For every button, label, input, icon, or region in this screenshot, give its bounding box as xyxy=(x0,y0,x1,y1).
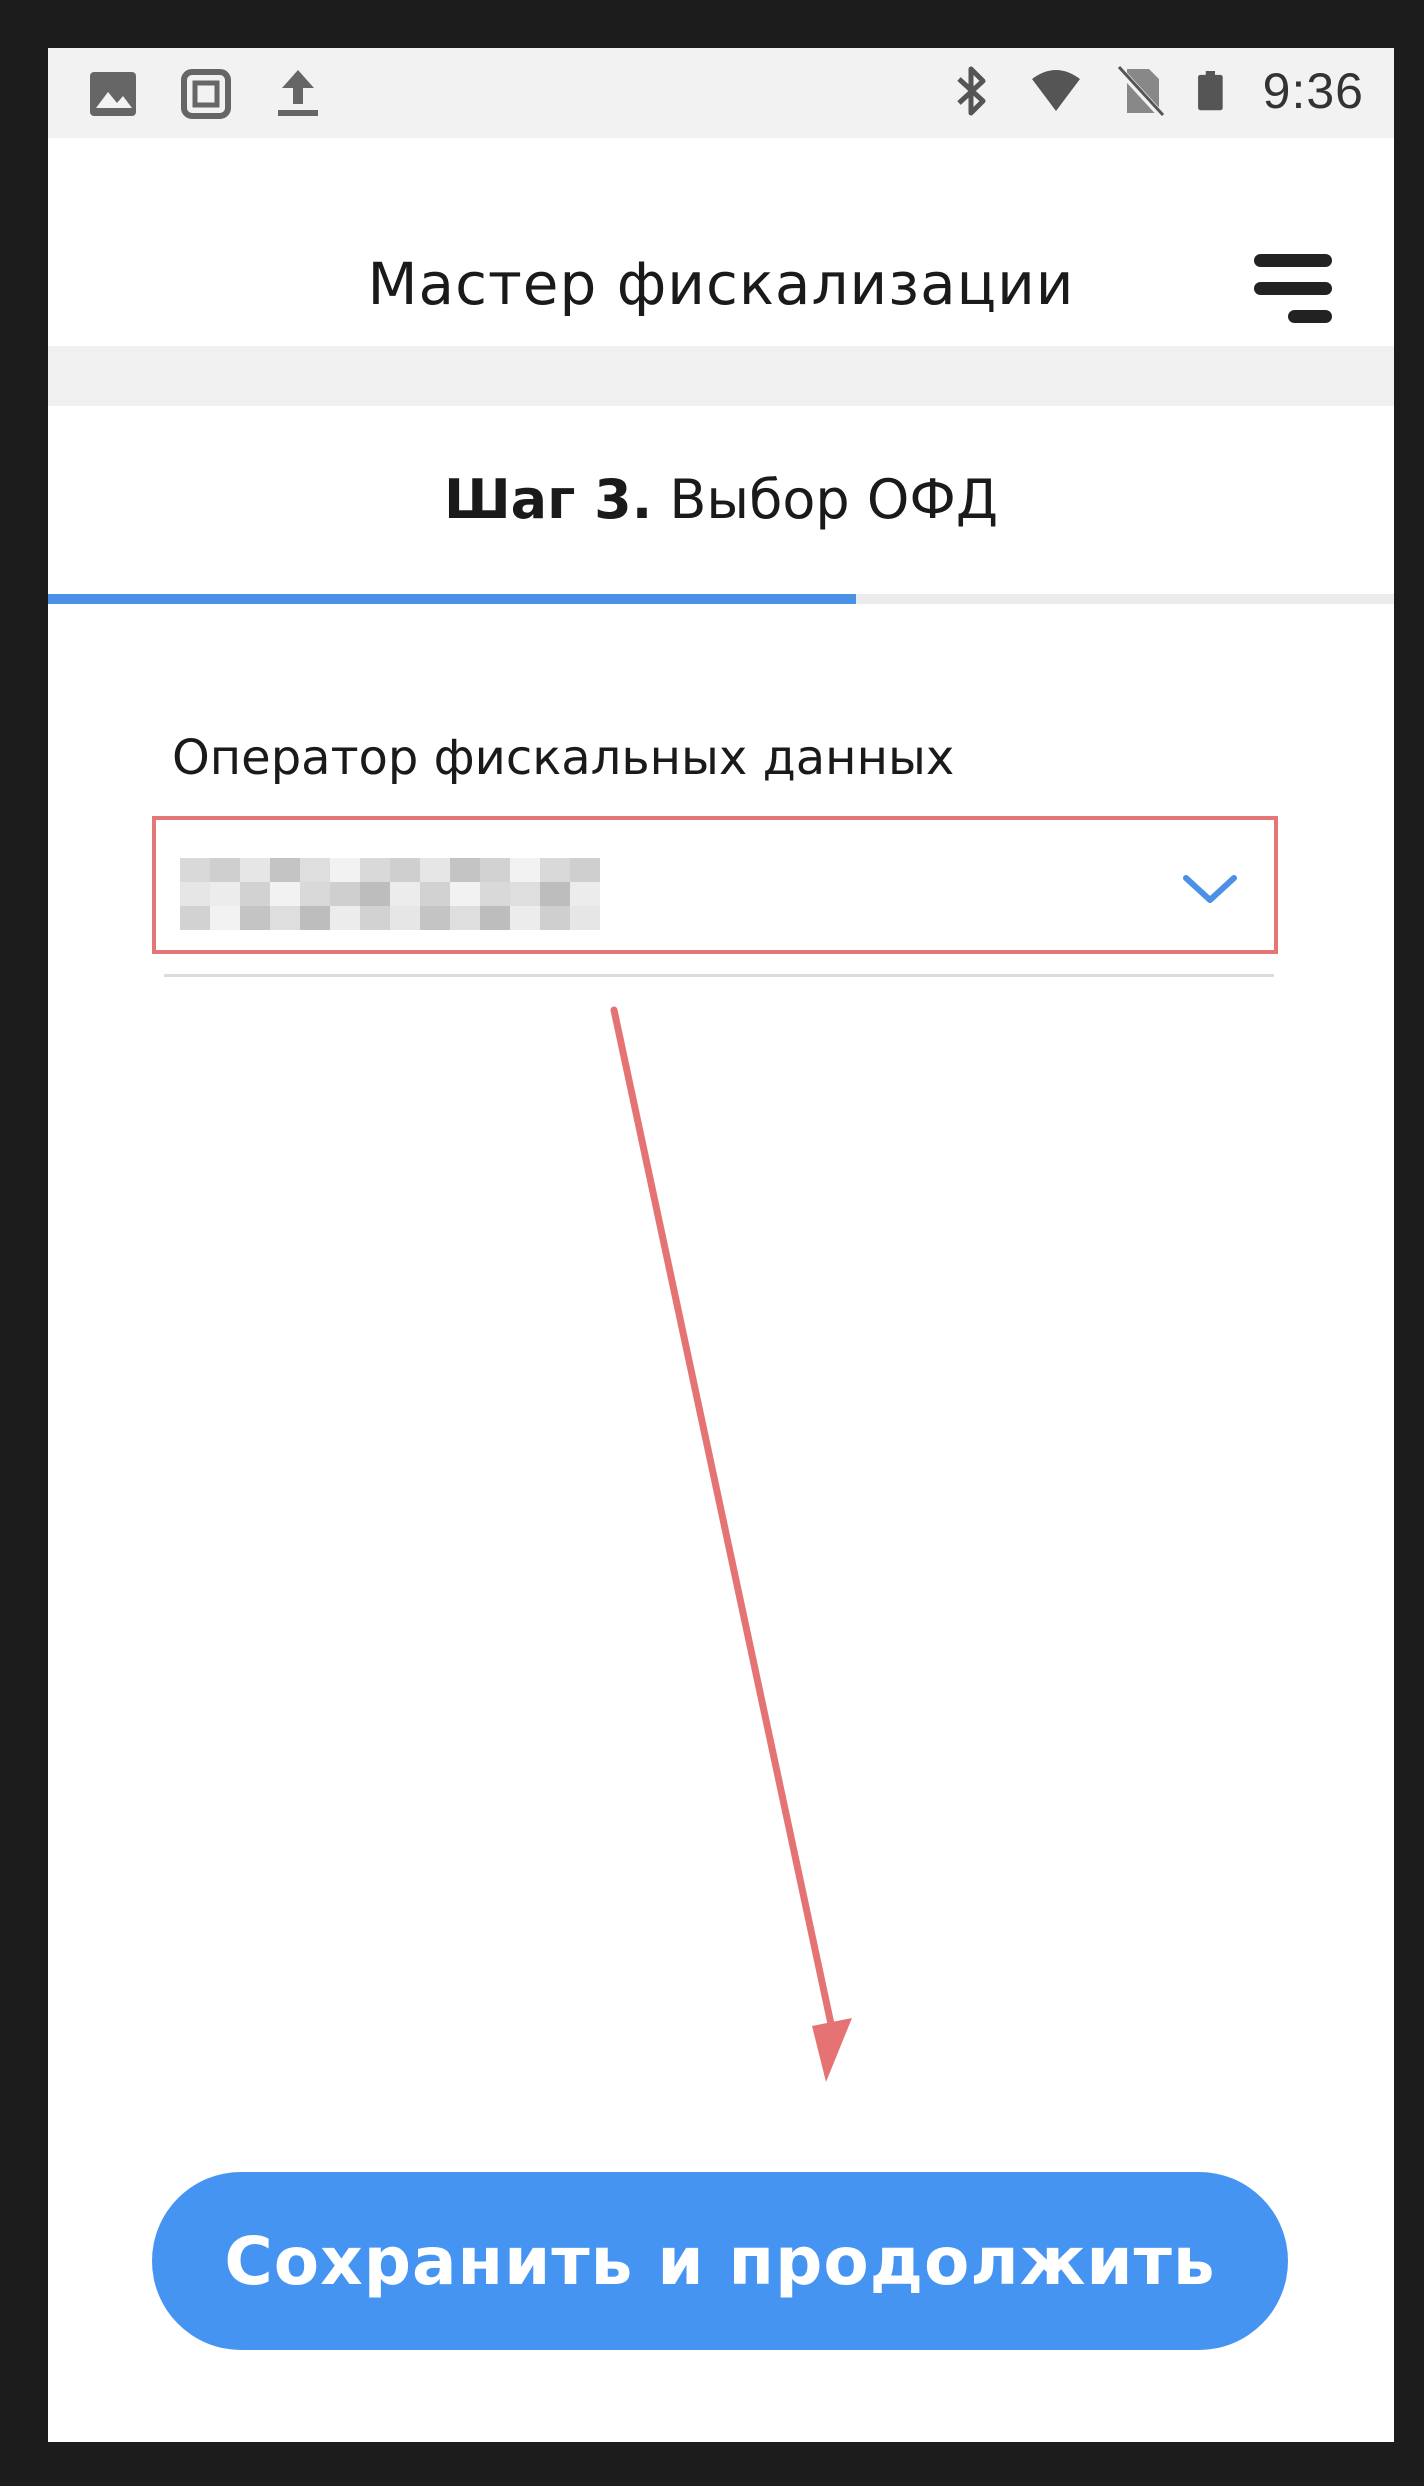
page-title: Мастер фискализации xyxy=(367,250,1075,318)
step-progress-bar xyxy=(48,594,1394,604)
battery-icon xyxy=(1197,71,1223,111)
screenshot-frame-icon xyxy=(181,69,231,119)
step-number: Шаг 3. xyxy=(443,468,653,531)
ofd-select[interactable] xyxy=(152,816,1278,954)
status-bar: 9:36 xyxy=(48,48,1394,138)
step-title: Выбор ОФД xyxy=(669,468,999,531)
step-heading: Шаг 3. Выбор ОФД xyxy=(48,468,1394,531)
ofd-selected-value-blurred xyxy=(180,858,600,930)
image-icon xyxy=(90,72,136,116)
status-bar-left xyxy=(88,66,324,122)
ofd-field-label: Оператор фискальных данных xyxy=(172,730,955,786)
step-progress-fill xyxy=(48,594,856,604)
no-sim-icon xyxy=(1116,65,1166,119)
chevron-down-icon xyxy=(1183,875,1237,903)
bluetooth-icon xyxy=(956,66,986,116)
save-and-continue-button[interactable]: Сохранить и продолжить xyxy=(152,2172,1288,2350)
header-divider xyxy=(48,346,1394,406)
status-time: 9:36 xyxy=(1262,63,1364,119)
wifi-icon xyxy=(1031,70,1080,111)
upload-icon xyxy=(278,70,318,116)
phone-screen: 9:36 Мастер фискализации Шаг 3. Выбор ОФ… xyxy=(48,48,1394,2442)
menu-button[interactable] xyxy=(1248,248,1338,338)
status-bar-right: 9:36 xyxy=(945,62,1364,120)
ofd-select-underline xyxy=(164,974,1274,977)
annotation-arrow xyxy=(610,1006,852,2082)
